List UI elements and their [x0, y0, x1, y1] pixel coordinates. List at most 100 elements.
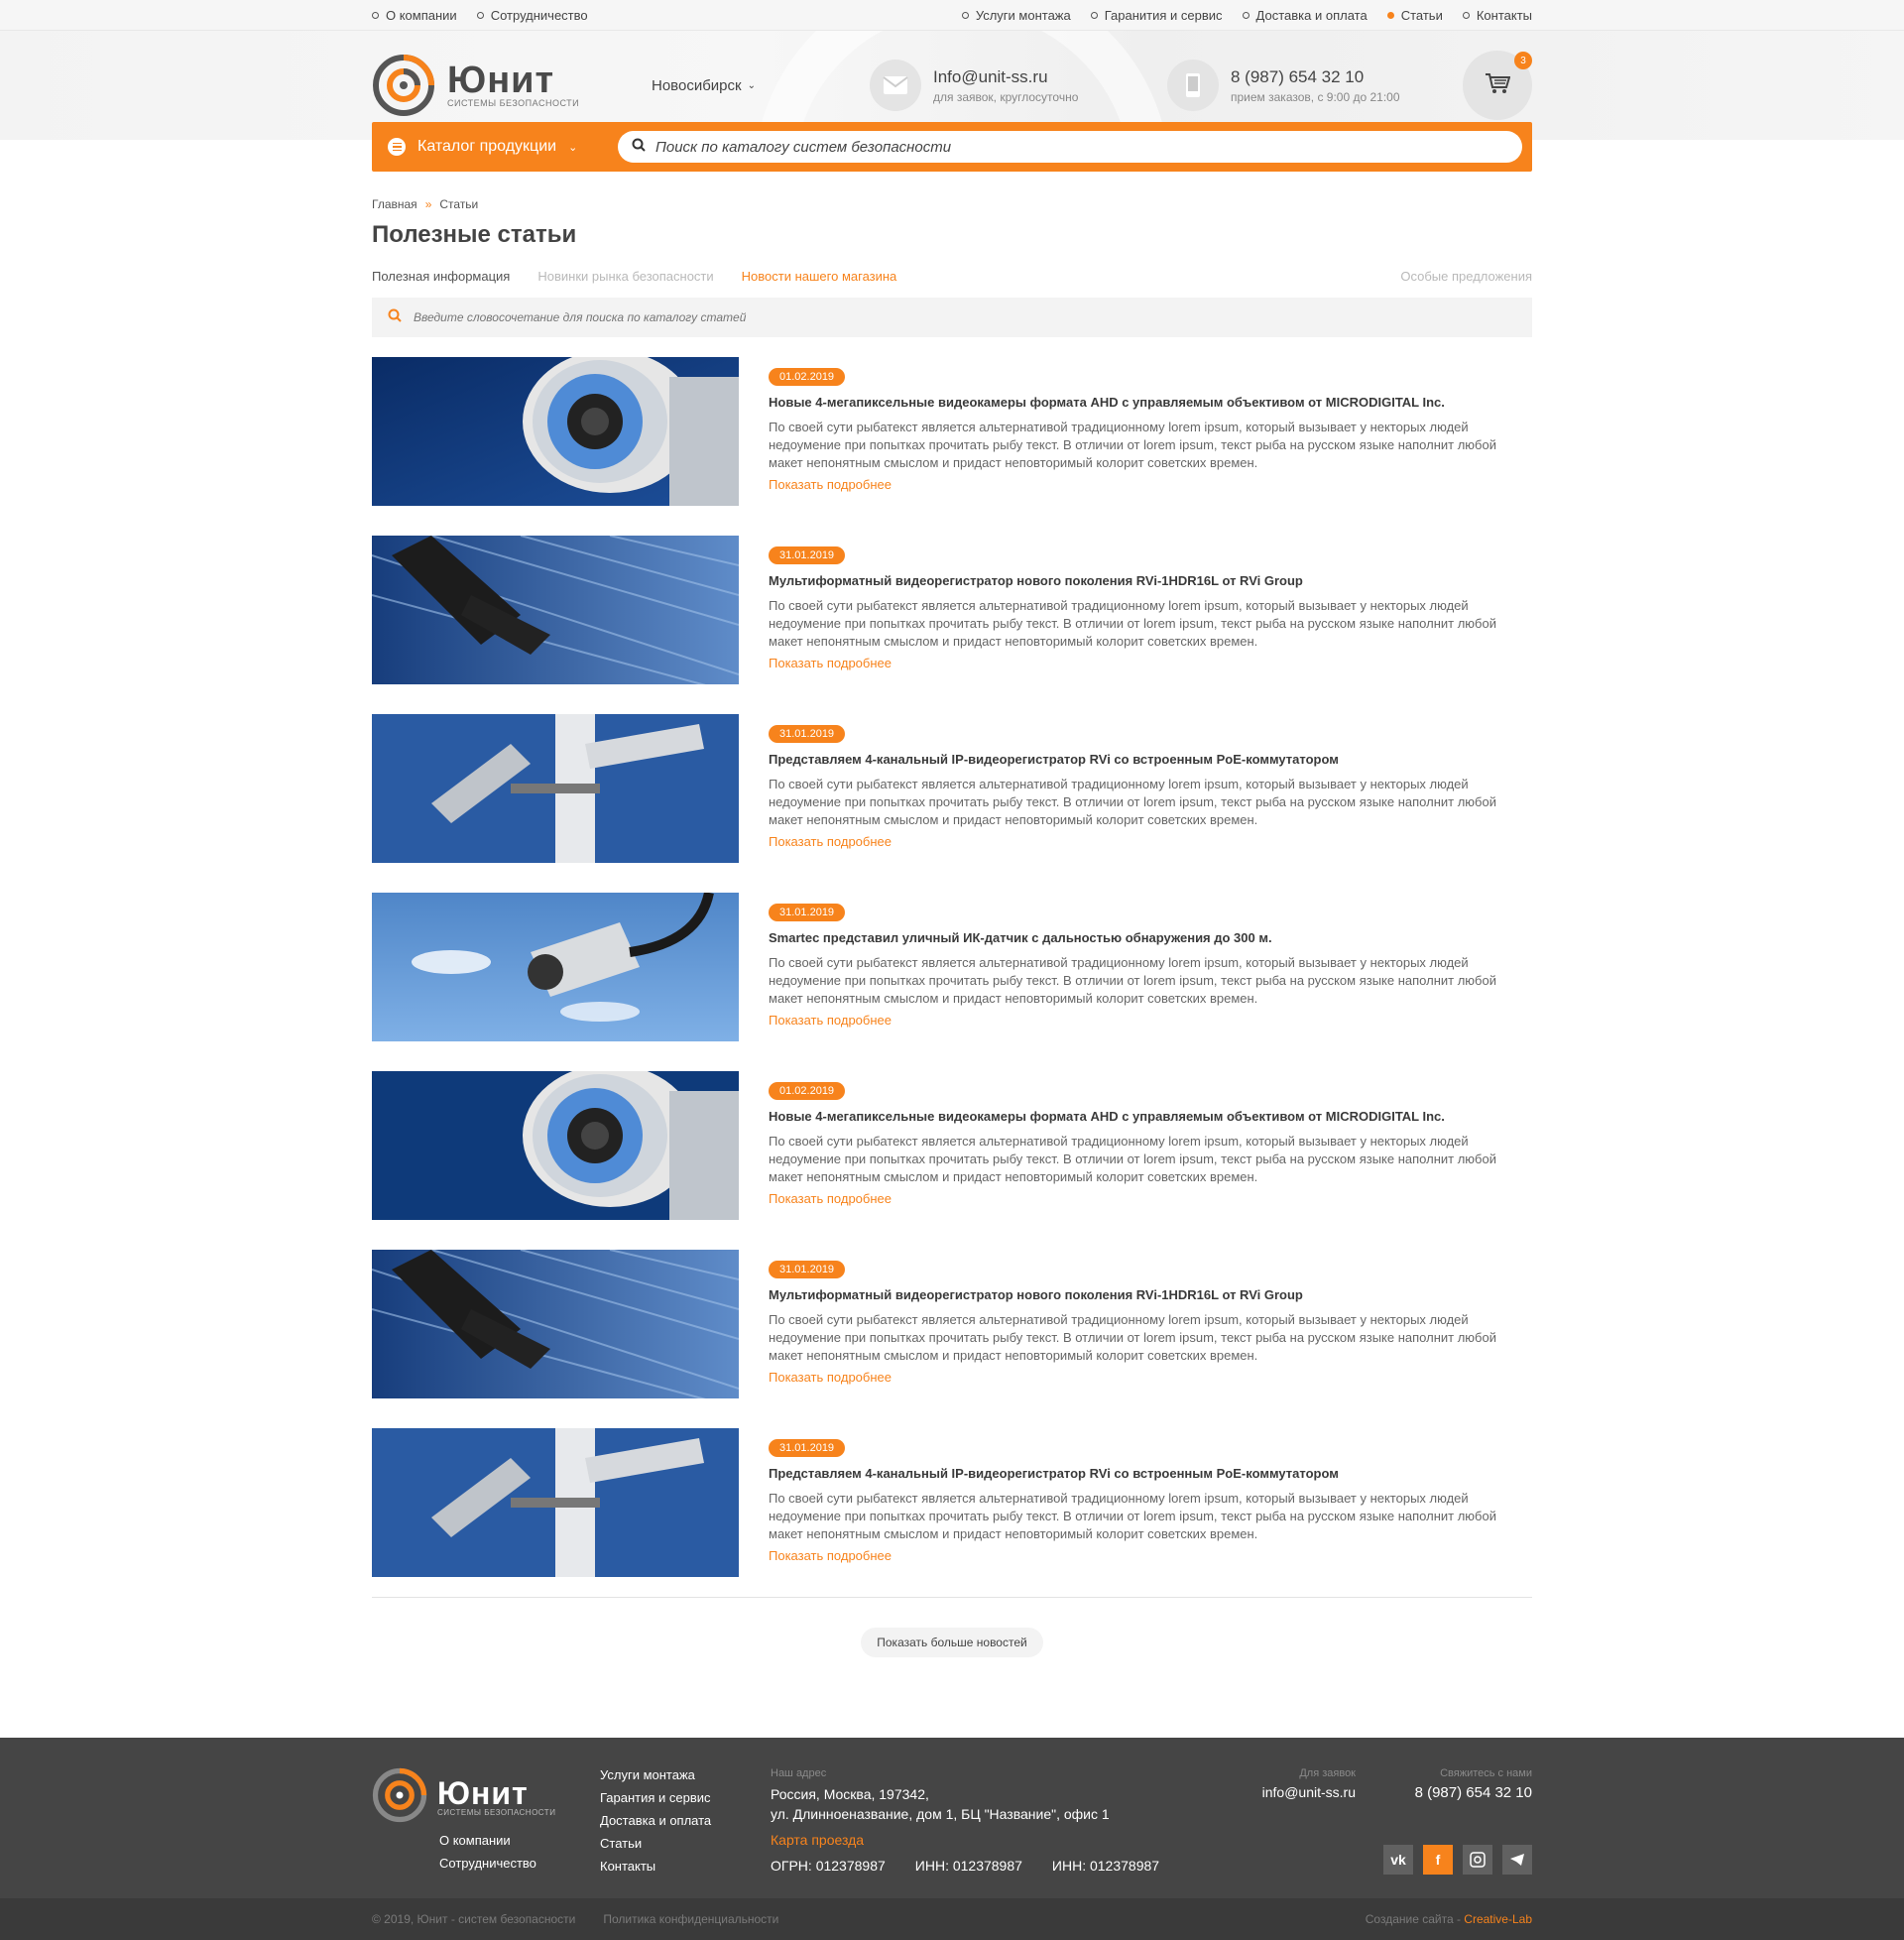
- top-bar: О компании Сотрудничество Услуги монтажа…: [0, 0, 1904, 31]
- article-title[interactable]: Новые 4-мегапиксельные видеокамеры форма…: [769, 1109, 1532, 1124]
- article-date: 31.01.2019: [769, 725, 846, 743]
- article-tabs: Полезная информация Новинки рынка безопа…: [372, 269, 1532, 284]
- logo-name: Юнит: [447, 60, 555, 101]
- article-date: 31.01.2019: [769, 1261, 846, 1278]
- site-creator: Создание сайта - Creative-Lab: [1365, 1912, 1532, 1926]
- read-more-link[interactable]: Показать подробнее: [769, 477, 892, 492]
- city-selector[interactable]: Новосибирск ⌄: [652, 77, 870, 94]
- breadcrumb-home[interactable]: Главная: [372, 197, 417, 211]
- footer-link-contacts[interactable]: Контакты: [600, 1859, 771, 1874]
- article-image-cameras-on-pole[interactable]: [372, 714, 739, 863]
- article-image-cameras-on-building[interactable]: [372, 1250, 739, 1398]
- logo-tagline: системы безопасности: [447, 98, 580, 108]
- tab-market-news[interactable]: Новинки рынка безопасности: [537, 269, 713, 284]
- show-more-news-button[interactable]: Показать больше новостей: [861, 1628, 1043, 1657]
- vk-icon[interactable]: vk: [1383, 1845, 1413, 1875]
- bullet-icon: [1386, 11, 1394, 19]
- article-search: [372, 298, 1532, 337]
- top-link-articles[interactable]: Статьи: [1386, 8, 1443, 23]
- article-image-camera-closeup[interactable]: [372, 1071, 739, 1220]
- privacy-link[interactable]: Политика конфиденциальности: [603, 1912, 778, 1926]
- article-title[interactable]: Мультиформатный видеорегистратор нового …: [769, 1287, 1532, 1302]
- footer-link-warranty[interactable]: Гарантия и сервис: [600, 1790, 771, 1805]
- read-more-link[interactable]: Показать подробнее: [769, 656, 892, 670]
- chevron-down-icon: ⌄: [568, 141, 578, 154]
- article-list: 01.02.2019 Новые 4-мегапиксельные видеок…: [372, 357, 1532, 1577]
- article-excerpt: По своей сути рыбатекст является альтерн…: [769, 1134, 1496, 1184]
- catalog-menu-button[interactable]: Каталог продукции ⌄: [388, 138, 618, 156]
- top-links-left: О компании Сотрудничество: [372, 8, 588, 23]
- read-more-link[interactable]: Показать подробнее: [769, 1013, 892, 1028]
- top-link-installation[interactable]: Услуги монтажа: [961, 8, 1071, 23]
- article-date: 01.02.2019: [769, 368, 846, 386]
- cart-button[interactable]: 3: [1463, 51, 1532, 120]
- article-date: 31.01.2019: [769, 546, 846, 564]
- tab-special-offers[interactable]: Особые предложения: [1400, 269, 1532, 284]
- footer-phone: Свяжитесь с нами 8 (987) 654 32 10: [1414, 1767, 1532, 1801]
- search-icon[interactable]: [388, 308, 402, 327]
- logo-icon: [372, 54, 435, 117]
- search-icon[interactable]: [632, 138, 646, 157]
- facebook-icon[interactable]: f: [1423, 1845, 1453, 1875]
- article-title[interactable]: Мультиформатный видеорегистратор нового …: [769, 573, 1532, 588]
- telegram-icon[interactable]: [1502, 1845, 1532, 1875]
- read-more-link[interactable]: Показать подробнее: [769, 1370, 892, 1385]
- catalog-search-input[interactable]: [655, 138, 1508, 156]
- instagram-icon[interactable]: [1463, 1845, 1492, 1875]
- menu-icon: [388, 138, 406, 156]
- site-logo[interactable]: Юнит системы безопасности: [372, 54, 652, 117]
- top-link-cooperation[interactable]: Сотрудничество: [476, 8, 588, 23]
- footer-link-installation[interactable]: Услуги монтажа: [600, 1767, 771, 1782]
- email-contact: Info@unit-ss.ru для заявок, круглосуточн…: [870, 60, 1167, 111]
- social-links: vk f: [1383, 1845, 1532, 1875]
- page-title: Полезные статьи: [372, 221, 577, 248]
- article-image-cameras-on-building[interactable]: [372, 536, 739, 684]
- footer-link-delivery[interactable]: Доставка и оплата: [600, 1813, 771, 1828]
- article-image-camera-closeup[interactable]: [372, 357, 739, 506]
- copyright: © 2019, Юнит - систем безопасности: [372, 1912, 576, 1926]
- top-link-warranty[interactable]: Гаранития и сервис: [1090, 8, 1223, 23]
- article-title[interactable]: Новые 4-мегапиксельные видеокамеры форма…: [769, 395, 1532, 410]
- top-links-right: Услуги монтажа Гаранития и сервис Достав…: [961, 8, 1532, 23]
- map-link[interactable]: Карта проезда: [771, 1832, 864, 1848]
- article-excerpt: По своей сути рыбатекст является альтерн…: [769, 598, 1496, 649]
- footer-service-links: Услуги монтажа Гарантия и сервис Доставк…: [600, 1767, 771, 1898]
- read-more-link[interactable]: Показать подробнее: [769, 1191, 892, 1206]
- top-link-delivery[interactable]: Доставка и оплата: [1242, 8, 1368, 23]
- tab-useful-info[interactable]: Полезная информация: [372, 269, 510, 284]
- article-item: 31.01.2019 Smartec представил уличный ИК…: [372, 893, 1532, 1041]
- article-title[interactable]: Представляем 4-канальный IP-видеорегистр…: [769, 1466, 1532, 1481]
- logo-icon: [372, 1767, 427, 1828]
- tab-store-news[interactable]: Новости нашего магазина: [742, 269, 897, 284]
- article-excerpt: По своей сути рыбатекст является альтерн…: [769, 1312, 1496, 1363]
- article-search-input[interactable]: [414, 310, 1516, 324]
- read-more-link[interactable]: Показать подробнее: [769, 1548, 892, 1563]
- footer-link-about[interactable]: О компании: [439, 1833, 536, 1848]
- article-excerpt: По своей сути рыбатекст является альтерн…: [769, 1491, 1496, 1541]
- top-link-about[interactable]: О компании: [372, 8, 457, 23]
- main-content: Главная » Статьи Полезные статьи Полезна…: [372, 197, 1532, 1657]
- phone-icon: [1167, 60, 1219, 111]
- article-item: 01.02.2019 Новые 4-мегапиксельные видеок…: [372, 357, 1532, 506]
- article-title[interactable]: Представляем 4-канальный IP-видеорегистр…: [769, 752, 1532, 767]
- article-item: 31.01.2019 Мультиформатный видеорегистра…: [372, 1250, 1532, 1398]
- read-more-link[interactable]: Показать подробнее: [769, 834, 892, 849]
- catalog-search-bar: Каталог продукции ⌄: [372, 122, 1532, 172]
- phone-contact: 8 (987) 654 32 10 прием заказов, с 9:00 …: [1167, 60, 1400, 111]
- article-title[interactable]: Smartec представил уличный ИК-датчик с д…: [769, 930, 1532, 945]
- article-image-camera-sky[interactable]: [372, 893, 739, 1041]
- top-link-contacts[interactable]: Контакты: [1462, 8, 1532, 23]
- catalog-search: [618, 131, 1522, 163]
- header-email[interactable]: Info@unit-ss.ru: [933, 67, 1078, 87]
- header-phone[interactable]: 8 (987) 654 32 10: [1231, 67, 1400, 87]
- creator-link[interactable]: Creative-Lab: [1464, 1912, 1532, 1926]
- footer-link-articles[interactable]: Статьи: [600, 1836, 771, 1851]
- footer-link-cooperation[interactable]: Сотрудничество: [439, 1856, 536, 1871]
- footer-address: Наш адрес Россия, Москва, 197342, ул. Дл…: [771, 1767, 1237, 1898]
- chevron-down-icon: ⌄: [747, 79, 756, 91]
- mail-icon: [870, 60, 921, 111]
- article-image-cameras-on-pole[interactable]: [372, 1428, 739, 1577]
- bullet-icon: [961, 11, 969, 19]
- cart-count-badge: 3: [1514, 52, 1532, 69]
- article-date: 31.01.2019: [769, 904, 846, 921]
